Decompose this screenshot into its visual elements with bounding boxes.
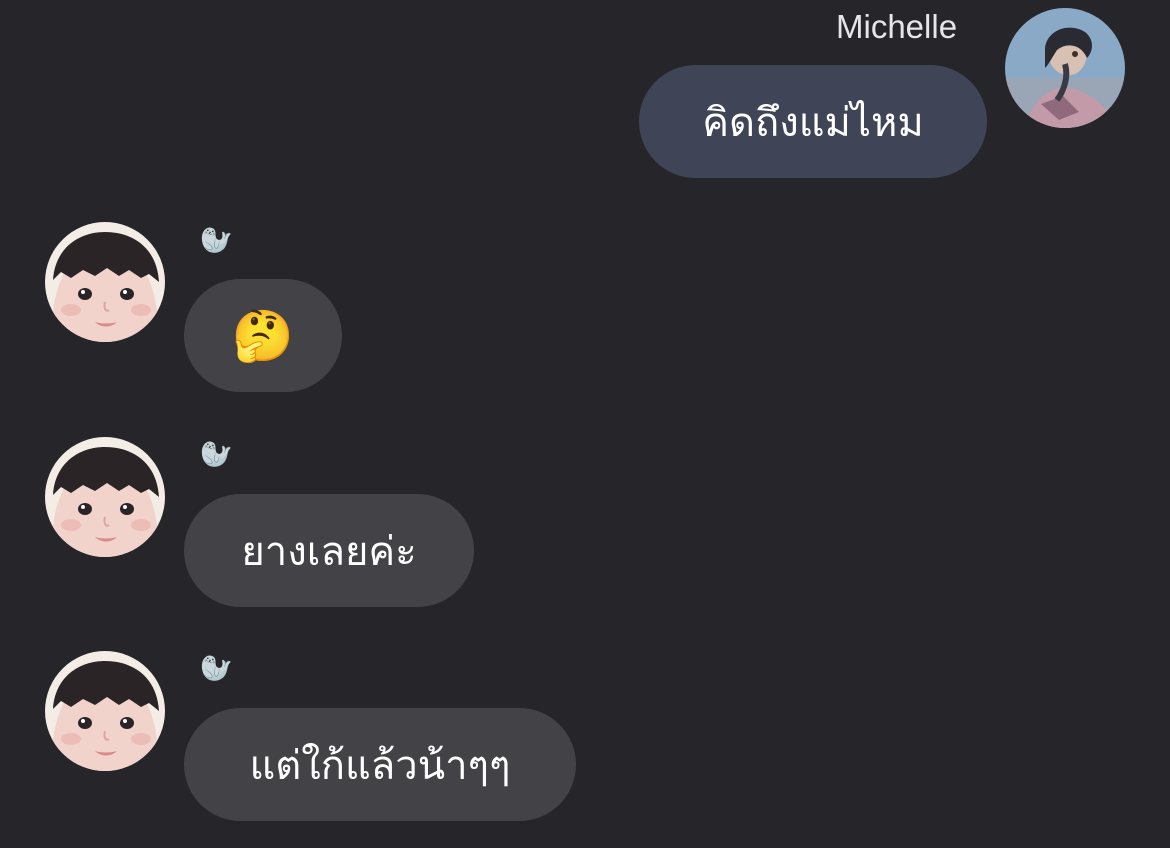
- contact-nickname: 🦭: [200, 440, 233, 470]
- sender-name: Michelle: [836, 8, 958, 45]
- chat-thread: Michelle คิดถึงแม่ไหม 🦭 🤔 🦭 ยางเลยค่ะ 🦭 …: [0, 0, 1170, 848]
- incoming-message-text: แต่ใก้แล้วน้าๆๆ: [249, 742, 511, 789]
- incoming-message-bubble[interactable]: แต่ใก้แล้วน้าๆๆ: [184, 708, 576, 821]
- incoming-message-text: ยางเลยค่ะ: [241, 528, 417, 575]
- contact-nickname: 🦭: [200, 226, 233, 256]
- avatar-contact-image: [45, 651, 165, 771]
- avatar-contact-image: [45, 437, 165, 557]
- outgoing-message-text: คิดถึงแม่ไหม: [702, 99, 924, 146]
- avatar-contact[interactable]: [45, 222, 165, 342]
- incoming-message-bubble[interactable]: ยางเลยค่ะ: [184, 494, 474, 607]
- avatar-contact[interactable]: [45, 437, 165, 557]
- avatar-michelle-image: [1005, 8, 1125, 128]
- outgoing-message-bubble[interactable]: คิดถึงแม่ไหม: [639, 65, 987, 178]
- avatar-contact-image: [45, 222, 165, 342]
- thinking-face-emoji: 🤔: [231, 306, 295, 365]
- incoming-message-bubble[interactable]: 🤔: [184, 279, 342, 392]
- avatar-michelle[interactable]: [1005, 8, 1125, 128]
- avatar-contact[interactable]: [45, 651, 165, 771]
- contact-nickname: 🦭: [200, 654, 233, 684]
